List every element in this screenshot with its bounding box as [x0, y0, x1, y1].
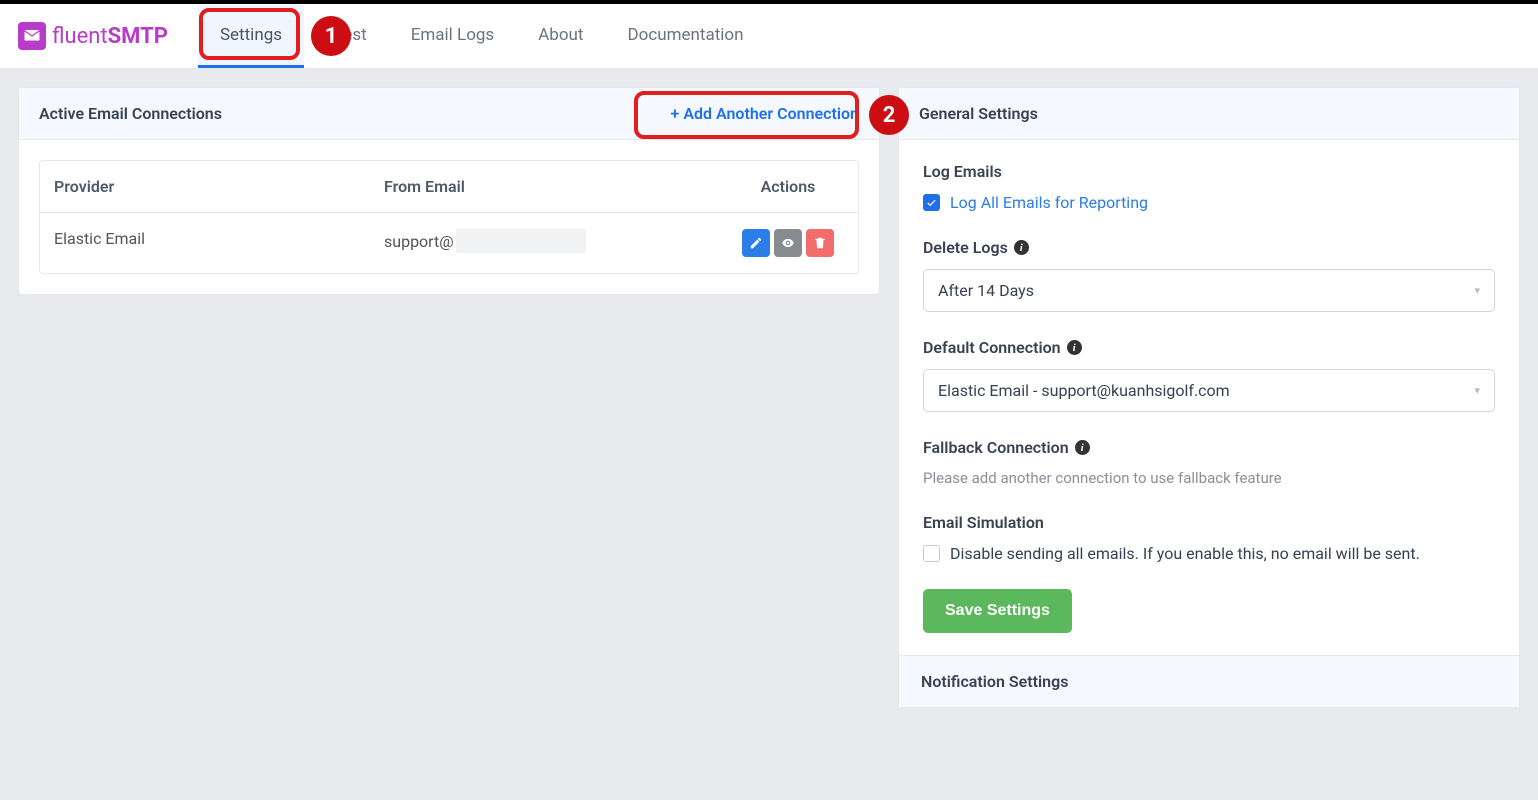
tab-email-logs[interactable]: Email Logs: [389, 5, 516, 68]
chevron-down-icon: ▾: [1474, 284, 1480, 297]
trash-icon: [813, 236, 827, 250]
checkbox-simulation[interactable]: [923, 545, 940, 562]
checkbox-simulation-label[interactable]: Disable sending all emails. If you enabl…: [950, 544, 1420, 563]
info-icon: i: [1067, 340, 1082, 355]
logo-icon: [18, 22, 46, 50]
view-button[interactable]: [774, 229, 802, 257]
checkbox-log-emails[interactable]: [923, 194, 940, 211]
edit-button[interactable]: [742, 229, 770, 257]
th-provider: Provider: [40, 161, 370, 213]
panel-title-connections: Active Email Connections: [39, 104, 222, 123]
tab-settings[interactable]: Settings: [198, 5, 304, 68]
nav: Settings l Test Email Logs About Documen…: [198, 5, 766, 68]
th-email: From Email: [370, 161, 718, 213]
logo: fluentSMTP: [18, 22, 168, 50]
label-log-emails: Log Emails: [923, 162, 1495, 181]
header: fluentSMTP Settings l Test Email Logs Ab…: [0, 4, 1538, 69]
table-row: Elastic Email support@: [40, 213, 858, 273]
panel-general-settings: General Settings Log Emails Log All Emai…: [898, 87, 1520, 708]
label-fallback-connection: Fallback Connection i: [923, 438, 1495, 457]
select-default-connection[interactable]: Elastic Email - support@kuanhsigolf.com …: [923, 369, 1495, 412]
delete-button[interactable]: [806, 229, 834, 257]
annotation-badge-1: 1: [311, 16, 351, 56]
label-email-simulation: Email Simulation: [923, 513, 1495, 532]
plus-icon: +: [671, 104, 680, 123]
add-connection-label: Add Another Connection: [683, 104, 859, 123]
label-delete-logs: Delete Logs i: [923, 238, 1495, 257]
td-actions: [718, 213, 858, 273]
checkbox-log-emails-label[interactable]: Log All Emails for Reporting: [950, 193, 1148, 212]
annotation-badge-2: 2: [869, 95, 909, 135]
eye-icon: [781, 236, 795, 250]
panel-title-general: General Settings: [919, 104, 1038, 123]
pencil-icon: [749, 236, 763, 250]
td-provider: Elastic Email: [40, 213, 370, 273]
email-redacted-box: [456, 229, 586, 253]
add-connection-button[interactable]: + Add Another Connection: [671, 104, 859, 123]
email-prefix: support@: [384, 232, 454, 251]
fallback-hint: Please add another connection to use fal…: [923, 469, 1495, 487]
panel-active-connections: Active Email Connections + Add Another C…: [18, 87, 880, 295]
select-delete-logs-value: After 14 Days: [938, 281, 1034, 300]
check-icon: [926, 197, 937, 208]
connections-table: Provider From Email Actions Elastic Emai…: [39, 160, 859, 274]
logo-text: fluentSMTP: [52, 24, 168, 49]
table-header-row: Provider From Email Actions: [40, 161, 858, 213]
info-icon: i: [1075, 440, 1090, 455]
label-default-connection: Default Connection i: [923, 338, 1495, 357]
chevron-down-icon: ▾: [1474, 384, 1480, 397]
notification-settings-header[interactable]: Notification Settings: [899, 655, 1519, 707]
info-icon: i: [1014, 240, 1029, 255]
tab-about[interactable]: About: [516, 5, 605, 68]
th-actions: Actions: [718, 161, 858, 213]
tab-documentation[interactable]: Documentation: [605, 5, 765, 68]
save-settings-button[interactable]: Save Settings: [923, 589, 1072, 633]
td-email: support@: [370, 213, 718, 273]
select-delete-logs[interactable]: After 14 Days ▾: [923, 269, 1495, 312]
select-default-connection-value: Elastic Email - support@kuanhsigolf.com: [938, 381, 1230, 400]
